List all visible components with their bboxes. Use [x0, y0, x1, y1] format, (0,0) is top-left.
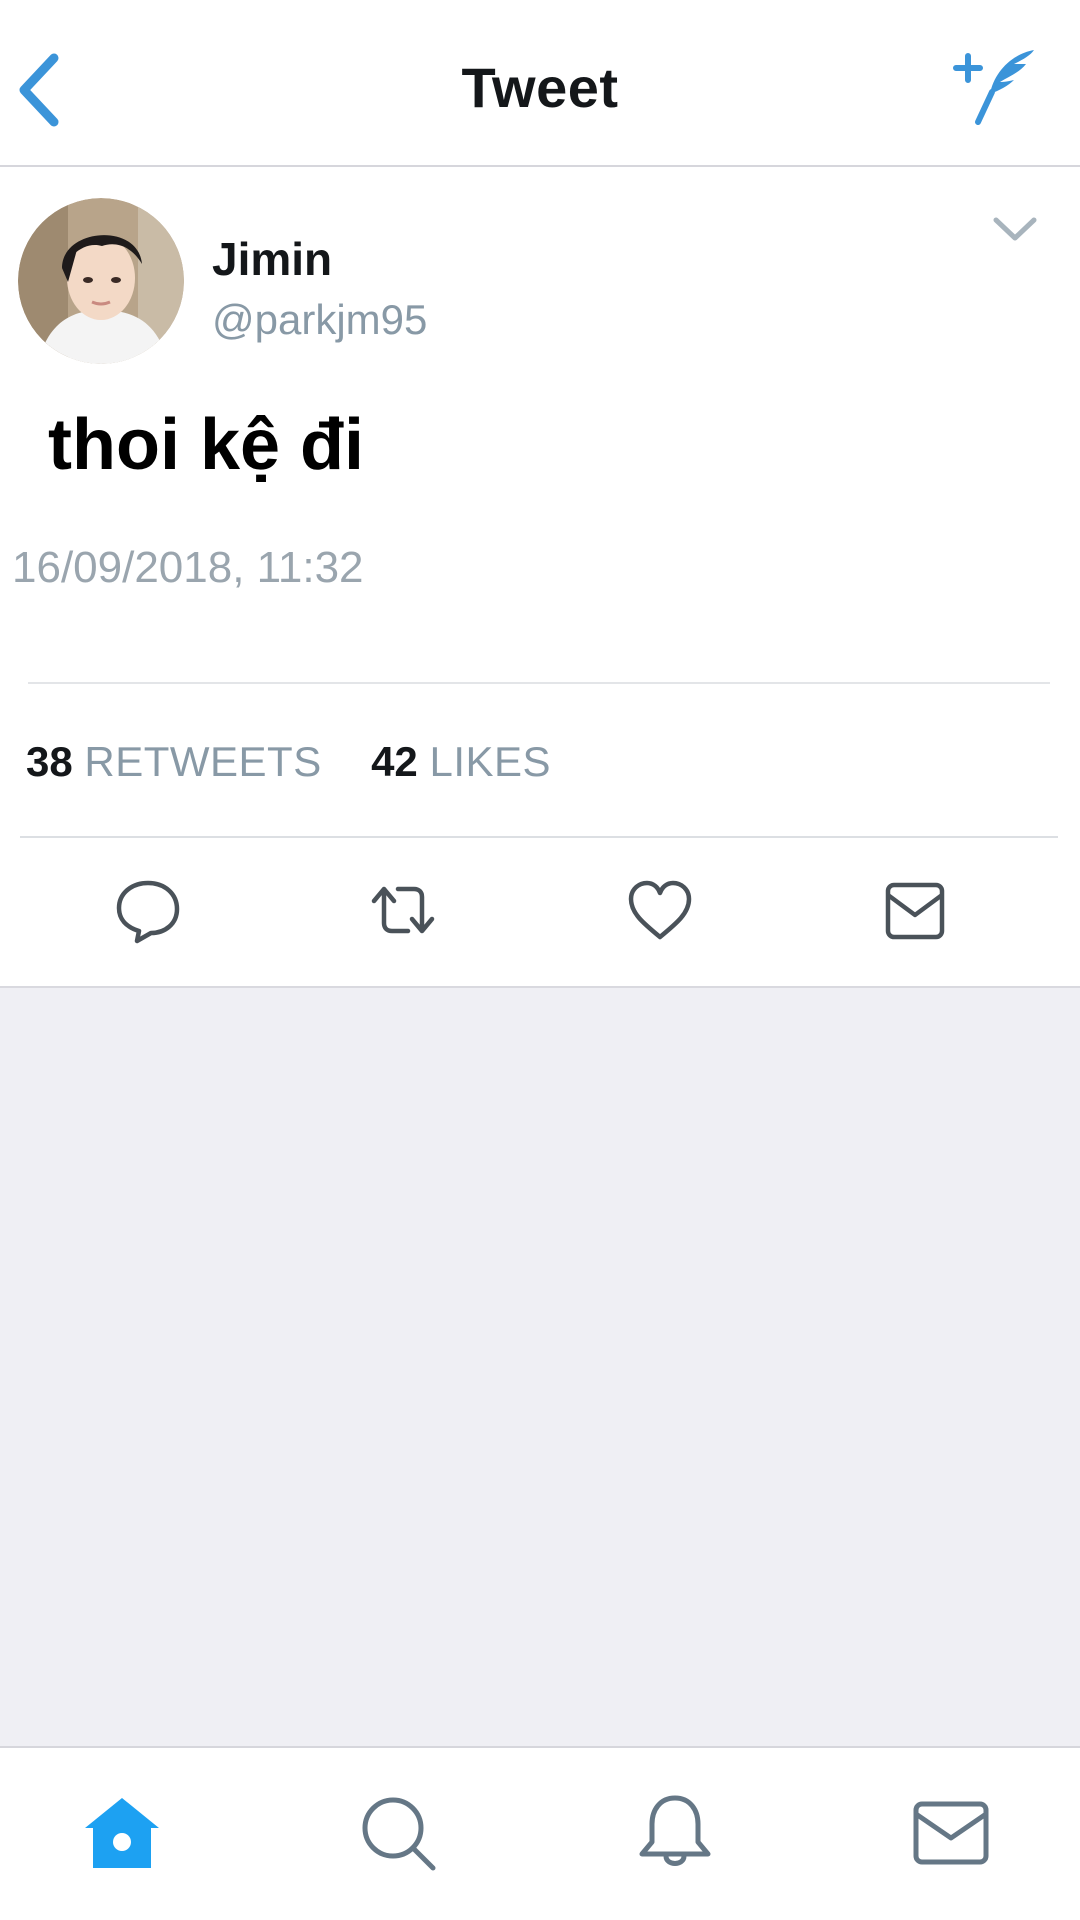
retweet-button[interactable] [368, 875, 438, 945]
profile-photo [18, 198, 184, 364]
tweet-text: thoi kệ đi [48, 405, 365, 485]
page-title: Tweet [461, 56, 619, 119]
tweet-stats: 38 RETWEETS 42 LIKES [26, 738, 551, 786]
tab-search[interactable] [355, 1790, 441, 1876]
search-icon [362, 1797, 436, 1871]
compose-tweet-icon [953, 50, 1034, 125]
tweet-timestamp: 16/09/2018, 11:32 [12, 543, 364, 592]
tweet-detail-screen: Tweet Jimin @parkjm95 thoi kệ đi 16/09/2… [0, 0, 1080, 1920]
author-handle[interactable]: @parkjm95 [212, 296, 427, 344]
tab-home[interactable] [79, 1790, 165, 1876]
replies-area [0, 986, 1080, 1748]
like-button[interactable] [625, 875, 695, 945]
direct-message-button[interactable] [880, 875, 950, 945]
nav-header: Tweet [0, 0, 1080, 167]
chevron-down-icon [993, 217, 1037, 241]
compose-tweet-button[interactable] [950, 42, 1044, 128]
tab-notifications[interactable] [632, 1790, 718, 1876]
divider [20, 836, 1058, 838]
reply-button[interactable] [113, 875, 183, 945]
likes-count: 42 [371, 738, 418, 785]
tweet-options-button[interactable] [990, 210, 1040, 250]
home-icon [85, 1798, 159, 1868]
direct-message-icon [885, 882, 945, 940]
notifications-icon [639, 1795, 711, 1866]
bottom-tab-bar [0, 1746, 1080, 1920]
avatar[interactable] [18, 198, 184, 364]
retweets-label: RETWEETS [84, 738, 322, 785]
retweets-stat[interactable]: 38 RETWEETS [26, 738, 333, 785]
retweets-count: 38 [26, 738, 73, 785]
retweet-icon [371, 886, 435, 934]
likes-stat[interactable]: 42 LIKES [371, 738, 551, 785]
likes-label: LIKES [429, 738, 552, 785]
tab-messages[interactable] [908, 1790, 994, 1876]
author-display-name[interactable]: Jimin [212, 232, 332, 286]
messages-icon [913, 1801, 989, 1865]
reply-icon [116, 880, 180, 944]
like-icon [628, 880, 692, 940]
divider [28, 682, 1050, 684]
